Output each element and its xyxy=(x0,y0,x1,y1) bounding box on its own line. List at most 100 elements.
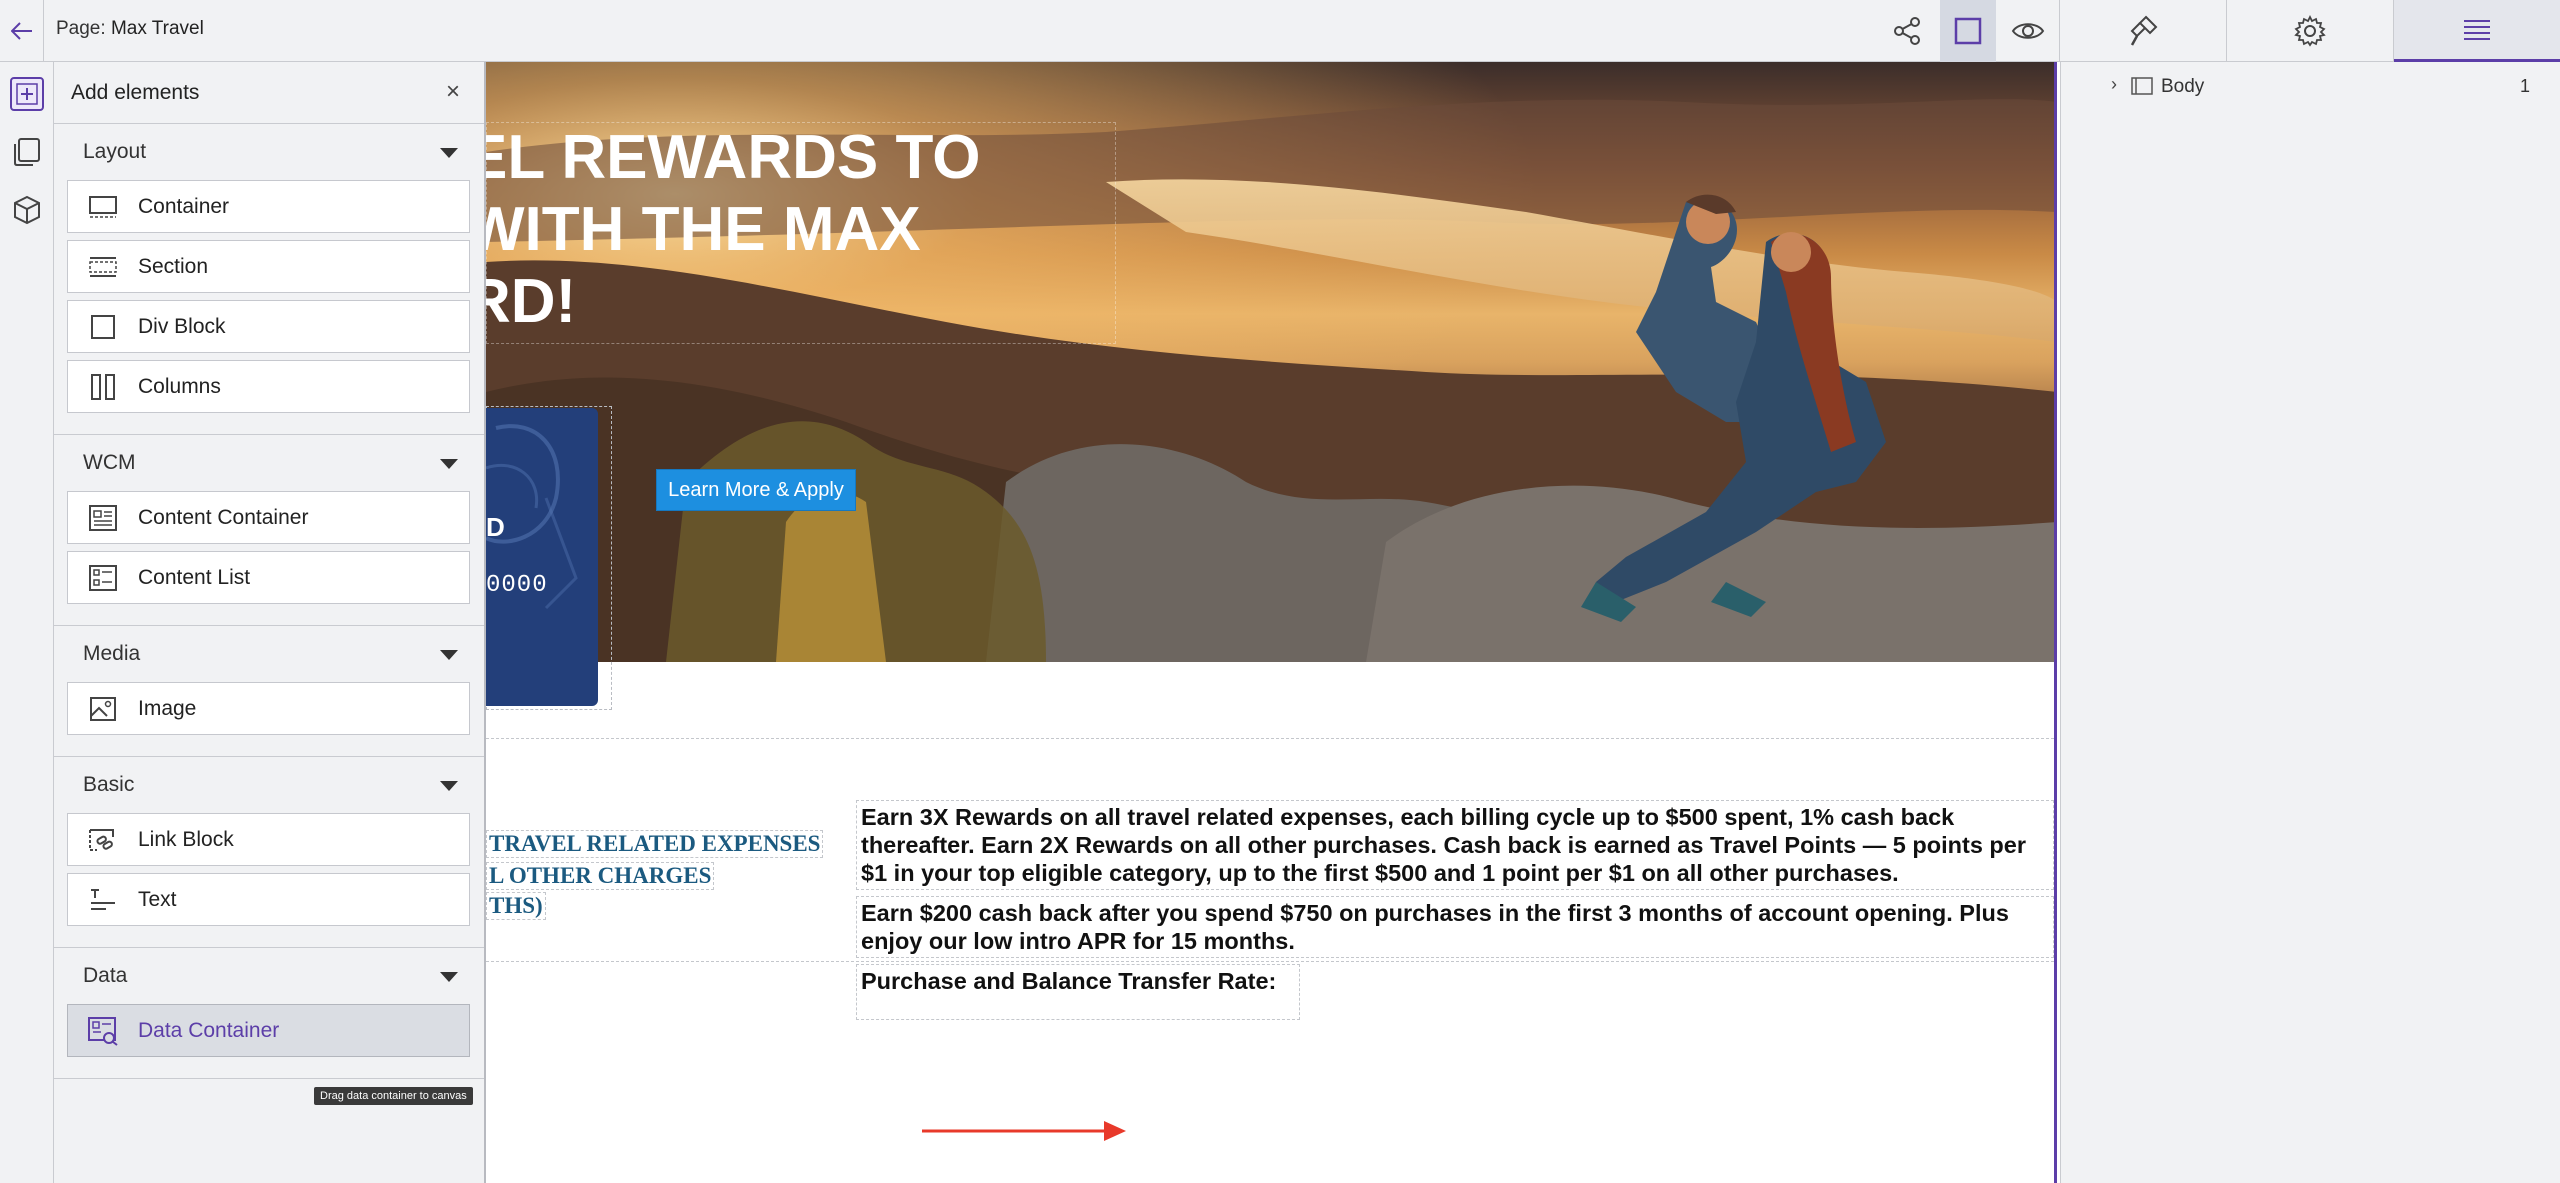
rate-label[interactable]: Purchase and Balance Transfer Rate: xyxy=(856,964,1300,1020)
back-button[interactable] xyxy=(0,0,44,62)
element-section[interactable]: Section xyxy=(67,240,470,293)
learn-more-apply-button[interactable]: Learn More & Apply xyxy=(656,469,856,511)
rewards-paragraph[interactable]: Earn 3X Rewards on all travel related ex… xyxy=(856,800,2054,890)
link-block-icon xyxy=(68,825,138,855)
benefit-heading-line: TRAVEL RELATED EXPENSES xyxy=(486,830,824,858)
card-emblem xyxy=(486,424,578,610)
container-icon xyxy=(68,194,138,220)
eye-icon xyxy=(2011,20,2045,42)
left-icon-rail xyxy=(0,62,54,1183)
element-link-block[interactable]: Link Block xyxy=(67,813,470,866)
benefits-right-column[interactable]: Earn 3X Rewards on all travel related ex… xyxy=(856,738,2054,1026)
group-header-layout[interactable]: Layout xyxy=(54,124,484,180)
caret-down-icon[interactable] xyxy=(440,972,458,982)
group-header-basic[interactable]: Basic xyxy=(54,757,484,813)
group-media: Media Image xyxy=(54,626,484,757)
content-container-icon xyxy=(68,504,138,532)
element-label: Container xyxy=(138,194,230,218)
square-frame-icon xyxy=(1954,17,1982,45)
benefit-heading-line: THS) xyxy=(486,892,546,920)
group-header-data[interactable]: Data xyxy=(54,948,484,1004)
panel-header: Add elements × xyxy=(54,62,484,124)
element-div-block[interactable]: Div Block xyxy=(67,300,470,353)
element-text[interactable]: Text xyxy=(67,873,470,926)
group-title: Basic xyxy=(83,773,135,796)
element-image[interactable]: Image xyxy=(67,682,470,735)
layer-row-body[interactable]: › Body 1 xyxy=(2061,62,2560,112)
caret-down-icon[interactable] xyxy=(440,148,458,158)
share-icon xyxy=(1892,16,1922,46)
element-data-container[interactable]: Data Container xyxy=(67,1004,470,1057)
gear-icon xyxy=(2293,14,2327,48)
top-bar: Page: Max Travel xyxy=(0,0,2560,62)
page-title-name: Max Travel xyxy=(110,18,204,39)
element-label: Section xyxy=(138,254,209,278)
benefit-heading-line: L OTHER CHARGES xyxy=(486,862,715,890)
paintbrush-icon xyxy=(2126,14,2160,48)
cube-icon xyxy=(11,194,43,231)
rail-add-elements-button[interactable] xyxy=(0,66,54,122)
hero-title-line: RD! xyxy=(486,267,577,336)
frame-toggle-button[interactable] xyxy=(1940,0,1996,62)
group-title: Media xyxy=(83,642,141,665)
element-label: Image xyxy=(138,696,197,720)
hero-title[interactable]: EL REWARDS TO WITH THE MAX RD! xyxy=(486,122,1226,338)
hamburger-menu-icon xyxy=(2462,19,2492,41)
element-label: Div Block xyxy=(138,314,226,338)
hero-title-line: WITH THE MAX xyxy=(486,195,921,264)
cashback-paragraph[interactable]: Earn $200 cash back after you spend $750… xyxy=(856,896,2054,958)
group-data: Data Data Container xyxy=(54,948,484,1079)
element-container[interactable]: Container xyxy=(67,180,470,233)
close-icon[interactable]: × xyxy=(446,80,460,104)
card-number: 0000 xyxy=(486,572,548,599)
hero-banner[interactable]: EL REWARDS TO WITH THE MAX RD! Learn Mor… xyxy=(486,62,2054,662)
caret-down-icon[interactable] xyxy=(440,781,458,791)
group-layout: Layout Container Section Div Block Colum… xyxy=(54,124,484,435)
group-basic: Basic Link Block Text xyxy=(54,757,484,948)
columns-icon xyxy=(68,373,138,401)
content-list-icon xyxy=(68,564,138,592)
element-label: Text xyxy=(138,887,177,911)
settings-tab[interactable] xyxy=(2227,0,2393,62)
element-label: Data Container xyxy=(138,1018,280,1042)
drag-arrow xyxy=(922,1121,1126,1141)
group-wcm: WCM Content Container Content List xyxy=(54,435,484,626)
element-label: Content List xyxy=(138,565,251,589)
group-header-media[interactable]: Media xyxy=(54,626,484,682)
arrow-left-icon xyxy=(10,16,33,47)
section-icon xyxy=(68,254,138,280)
add-element-icon xyxy=(10,77,44,111)
share-button[interactable] xyxy=(1884,0,1930,62)
drag-tooltip: Drag data container to canvas xyxy=(314,1087,473,1105)
group-title: Layout xyxy=(83,140,147,163)
page-title: Page: Max Travel xyxy=(56,18,204,40)
panel-title: Add elements xyxy=(71,80,200,104)
hero-title-line: EL REWARDS TO xyxy=(486,123,981,192)
preview-button[interactable] xyxy=(1998,0,2058,62)
group-title: Data xyxy=(83,964,128,987)
rail-assets-button[interactable] xyxy=(0,184,54,240)
style-tab[interactable] xyxy=(2060,0,2226,62)
element-content-container[interactable]: Content Container xyxy=(67,491,470,544)
pages-icon xyxy=(11,136,43,173)
layers-tab[interactable] xyxy=(2394,0,2560,62)
body-layer-icon xyxy=(2131,77,2153,100)
credit-card-image[interactable] xyxy=(486,408,598,706)
layers-panel: › Body 1 xyxy=(2060,62,2560,1183)
group-header-wcm[interactable]: WCM xyxy=(54,435,484,491)
element-label: Columns xyxy=(138,374,221,398)
rail-pages-button[interactable] xyxy=(0,126,54,182)
caret-down-icon[interactable] xyxy=(440,650,458,660)
image-icon xyxy=(68,696,138,722)
layer-count: 1 xyxy=(2519,76,2530,96)
page-canvas[interactable]: EL REWARDS TO WITH THE MAX RD! Learn Mor… xyxy=(486,62,2057,1183)
div-block-icon xyxy=(68,314,138,340)
chevron-right-icon[interactable]: › xyxy=(2111,74,2117,95)
card-brand-letter: D xyxy=(486,512,505,542)
element-columns[interactable]: Columns xyxy=(67,360,470,413)
group-title: WCM xyxy=(83,451,136,474)
layer-label: Body xyxy=(2161,76,2205,97)
element-content-list[interactable]: Content List xyxy=(67,551,470,604)
text-icon xyxy=(68,887,138,913)
caret-down-icon[interactable] xyxy=(440,459,458,469)
